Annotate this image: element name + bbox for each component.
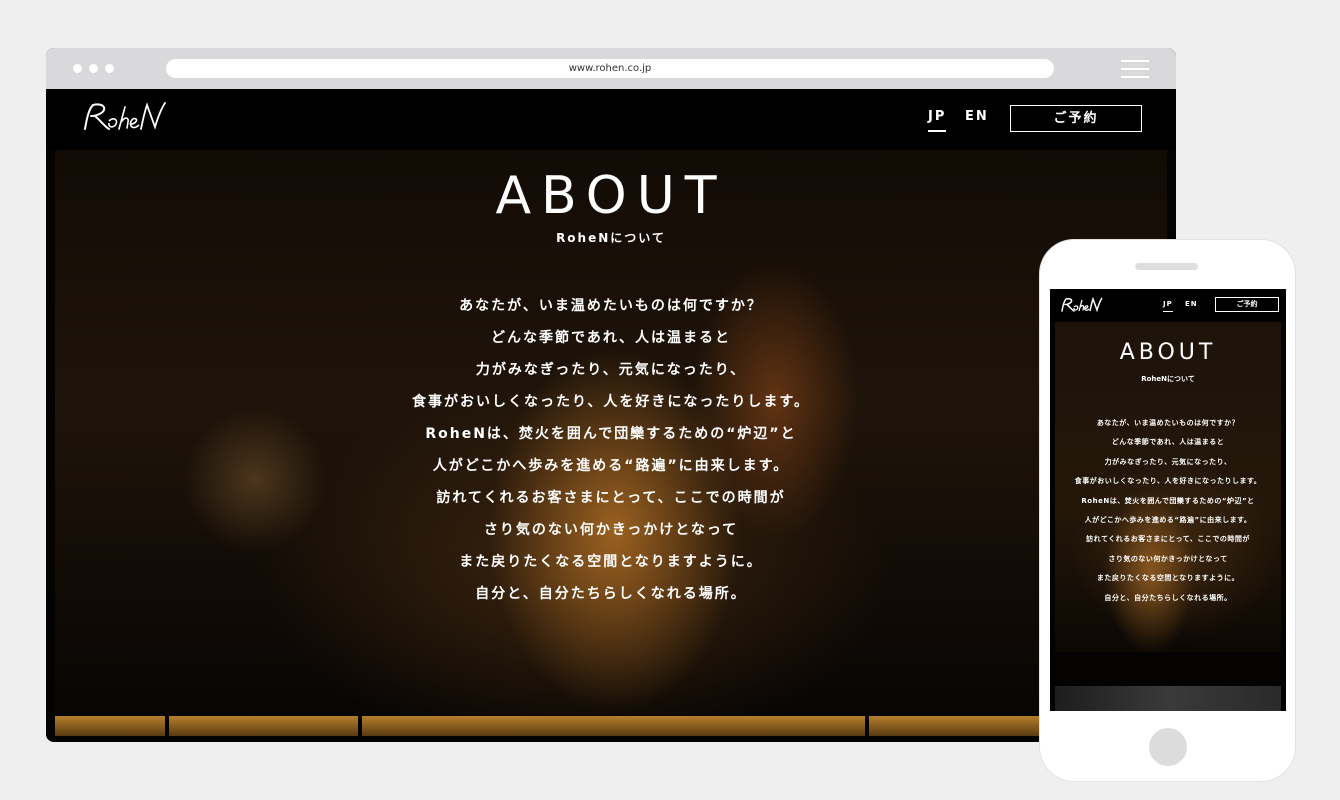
about-hero: ABOUT RoheNについて あなたが、いま温めたいものは何ですか？ どんな季… xyxy=(55,150,1167,716)
site-header: JP EN ご予約 xyxy=(46,89,1176,150)
about-title: ABOUT xyxy=(495,166,727,226)
mobile-gallery-strip[interactable] xyxy=(1055,686,1281,711)
rohen-logo-icon[interactable] xyxy=(79,99,171,135)
about-line: 力がみなぎったり、元気になったり、 xyxy=(475,362,747,378)
about-line: RoheNは、焚火を囲んで団欒するための“炉辺”と xyxy=(1081,496,1255,505)
about-text: あなたが、いま温めたいものは何ですか？ どんな季節であれ、人は温まると 力がみな… xyxy=(1055,414,1281,608)
about-line: 訪れてくれるお客さまにとって、ここでの時間が xyxy=(436,490,786,506)
about-line: あなたが、いま温めたいものは何ですか？ xyxy=(459,298,763,314)
about-line: 自分と、自分たちらしくなれる場所。 xyxy=(475,586,747,602)
about-line: 人がどこかへ歩みを進める“路遍”に由来します。 xyxy=(432,458,790,474)
lang-en-link[interactable]: EN xyxy=(1185,300,1198,308)
about-line: どんな季節であれ、人は温まると xyxy=(491,330,731,346)
mobile-about-hero: ABOUT RoheNについて あなたが、いま温めたいものは何ですか？ どんな季… xyxy=(1055,322,1281,652)
about-line: RoheNは、焚火を囲んで団欒するための“炉辺”と xyxy=(425,426,797,442)
browser-toolbar: www.rohen.co.jp xyxy=(46,48,1176,89)
about-line: また戻りたくなる空間となりますように。 xyxy=(459,554,763,570)
about-subtitle: RoheNについて xyxy=(1141,375,1195,383)
desktop-browser-mockup: www.rohen.co.jp JP EN ご予約 ABOUT RoheNについ… xyxy=(46,48,1176,742)
about-line: 人がどこかへ歩みを進める“路遍”に由来します。 xyxy=(1084,515,1252,524)
about-text: あなたが、いま温めたいものは何ですか？ どんな季節であれ、人は温まると 力がみな… xyxy=(55,290,1167,610)
phone-screen: JP EN ご予約 ABOUT RoheNについて あなたが、いま温めたいものは… xyxy=(1050,289,1286,711)
reserve-button[interactable]: ご予約 xyxy=(1010,105,1142,132)
rohen-logo-icon[interactable] xyxy=(1059,296,1105,314)
about-line: さり気のない何かきっかけとなって xyxy=(483,522,739,538)
about-line: 食事がおいしくなったり、人を好きになったりします。 xyxy=(411,394,811,410)
gallery-thumbnail[interactable] xyxy=(55,716,165,736)
lang-jp-link[interactable]: JP xyxy=(928,109,947,132)
reserve-button[interactable]: ご予約 xyxy=(1215,297,1279,312)
window-dot-icon xyxy=(105,64,114,73)
about-line: また戻りたくなる空間となりますように。 xyxy=(1096,574,1240,583)
window-dot-icon xyxy=(89,64,98,73)
gallery-thumbnail[interactable] xyxy=(169,716,358,736)
about-line: どんな季節であれ、人は温まると xyxy=(1111,438,1225,447)
hamburger-menu-icon[interactable] xyxy=(1121,60,1149,78)
lang-jp-link[interactable]: JP xyxy=(1163,300,1173,312)
about-line: あなたが、いま温めたいものは何ですか？ xyxy=(1096,419,1240,427)
phone-mockup: JP EN ご予約 ABOUT RoheNについて あなたが、いま温めたいものは… xyxy=(1040,240,1295,781)
home-button[interactable] xyxy=(1149,728,1187,766)
mobile-site-header: JP EN ご予約 xyxy=(1050,289,1286,321)
about-line: 自分と、自分たちらしくなれる場所。 xyxy=(1104,593,1232,602)
about-line: 食事がおいしくなったり、人を好きになったりします。 xyxy=(1074,477,1262,486)
about-title: ABOUT xyxy=(1119,340,1217,365)
website-viewport: JP EN ご予約 ABOUT RoheNについて あなたが、いま温めたいものは… xyxy=(46,89,1176,742)
about-subtitle: RoheNについて xyxy=(556,231,666,245)
about-line: 力がみなぎったり、元気になったり、 xyxy=(1104,457,1232,466)
about-line: 訪れてくれるお客さまにとって、ここでの時間が xyxy=(1086,535,1250,544)
window-dot-icon xyxy=(73,64,82,73)
gallery-thumbnail[interactable] xyxy=(362,716,865,736)
phone-speaker xyxy=(1135,263,1198,270)
address-bar[interactable]: www.rohen.co.jp xyxy=(166,59,1054,78)
about-line: さり気のない何かきっかけとなって xyxy=(1108,554,1228,563)
lang-en-link[interactable]: EN xyxy=(965,109,989,124)
